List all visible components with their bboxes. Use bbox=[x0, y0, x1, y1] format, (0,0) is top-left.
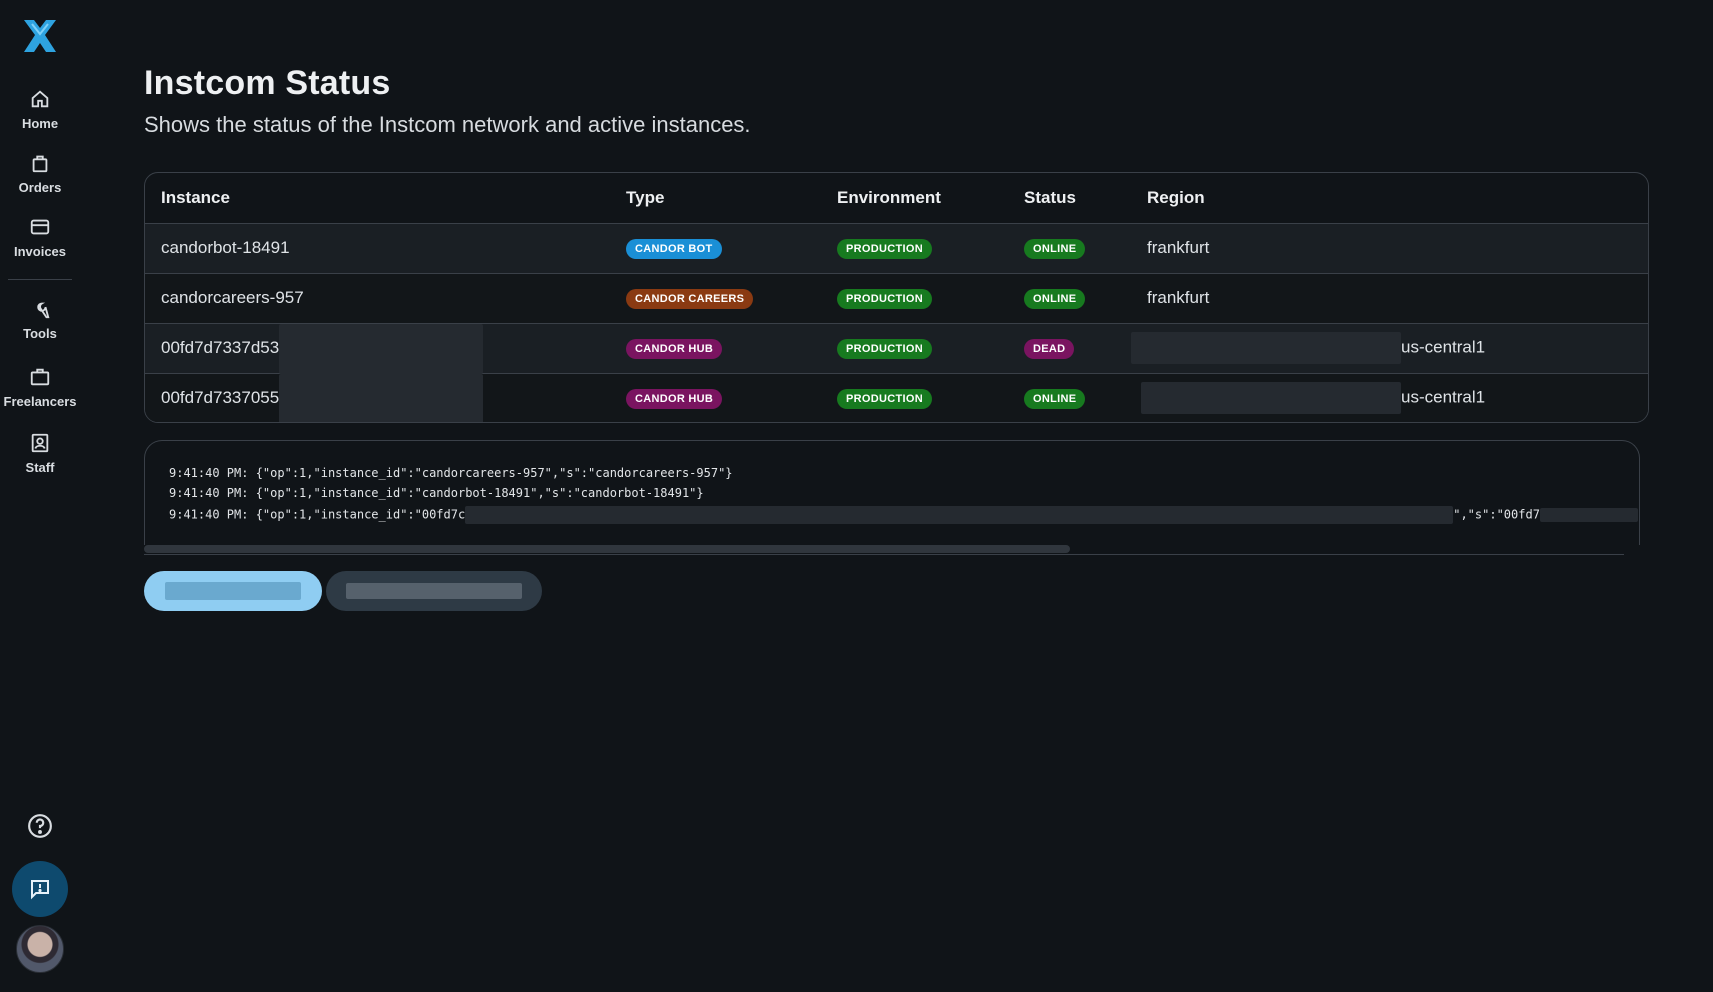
wrench-icon bbox=[37, 302, 50, 319]
sidebar-item-home[interactable]: Home bbox=[0, 88, 80, 144]
sidebar: Home Orders Invoices Tools Freelancers S… bbox=[0, 0, 84, 992]
primary-action-button[interactable] bbox=[144, 571, 322, 611]
feedback-button[interactable] bbox=[12, 861, 68, 917]
region-cell: us-central1 bbox=[1131, 323, 1648, 374]
log-line: 9:41:40 PM: {"op":1,"instance_id":"cando… bbox=[169, 466, 733, 480]
table-row[interactable]: 00fd7d7337055 CANDOR HUB PRODUCTION ONLI… bbox=[145, 373, 1648, 422]
environment-cell: PRODUCTION bbox=[821, 273, 1008, 324]
sidebar-item-tools[interactable]: Tools bbox=[0, 298, 80, 354]
status-badge: ONLINE bbox=[1024, 289, 1086, 309]
environment-cell: PRODUCTION bbox=[821, 323, 1008, 374]
environment-cell: PRODUCTION bbox=[821, 373, 1008, 422]
redacted-block bbox=[1141, 382, 1401, 415]
status-badge: ONLINE bbox=[1024, 389, 1086, 410]
instances-table: Instance Type Environment Status Region … bbox=[144, 172, 1649, 423]
status-badge: ONLINE bbox=[1024, 239, 1086, 259]
region-cell: us-central1 bbox=[1131, 373, 1648, 422]
log-line-end: ","s":"00fd7 bbox=[1453, 507, 1540, 522]
redacted-label bbox=[346, 583, 522, 599]
sidebar-item-label: Orders bbox=[18, 180, 62, 195]
bag-icon bbox=[32, 155, 48, 173]
instance-cell: candorbot-18491 bbox=[145, 223, 610, 274]
column-header-type: Type bbox=[610, 173, 821, 224]
redacted-label bbox=[165, 582, 301, 600]
card-icon bbox=[30, 219, 50, 235]
sidebar-item-label: Home bbox=[21, 116, 59, 131]
redacted-block bbox=[1131, 332, 1401, 364]
page-title: Instcom Status bbox=[144, 64, 391, 102]
log-panel[interactable]: 9:41:40 PM: {"op":1,"instance_id":"cando… bbox=[144, 440, 1640, 545]
redacted-block bbox=[279, 373, 484, 422]
column-header-instance: Instance bbox=[145, 173, 610, 224]
type-cell: CANDOR BOT bbox=[610, 223, 821, 274]
redacted-block bbox=[1539, 508, 1638, 522]
feedback-icon bbox=[31, 880, 49, 900]
log-scrollbar-thumb[interactable] bbox=[144, 545, 1070, 553]
table-header-row: Instance Type Environment Status Region bbox=[145, 173, 1648, 224]
log-scrollbar[interactable] bbox=[144, 543, 1624, 555]
instance-cell: 00fd7d7337055 bbox=[145, 373, 610, 422]
region-cell: frankfurt bbox=[1131, 273, 1648, 324]
sidebar-divider bbox=[8, 279, 72, 280]
environment-badge: PRODUCTION bbox=[837, 339, 932, 359]
column-header-region: Region bbox=[1131, 173, 1648, 224]
sidebar-item-orders[interactable]: Orders bbox=[0, 152, 80, 208]
environment-badge: PRODUCTION bbox=[837, 389, 932, 410]
sidebar-item-label: Invoices bbox=[13, 244, 67, 259]
avatar[interactable] bbox=[16, 925, 64, 973]
status-cell: ONLINE bbox=[1008, 273, 1131, 324]
instance-name: 00fd7d7337d53 bbox=[161, 338, 280, 357]
sidebar-item-label: Tools bbox=[23, 326, 57, 341]
page-subtitle: Shows the status of the Instcom network … bbox=[144, 112, 751, 137]
sidebar-item-staff[interactable]: Staff bbox=[0, 432, 80, 488]
column-header-status: Status bbox=[1008, 173, 1131, 224]
type-cell: CANDOR CAREERS bbox=[610, 273, 821, 324]
candor-logo[interactable] bbox=[20, 16, 60, 56]
type-cell: CANDOR HUB bbox=[610, 323, 821, 374]
type-badge: CANDOR HUB bbox=[626, 389, 723, 410]
status-badge: DEAD bbox=[1024, 339, 1075, 359]
sidebar-item-label: Freelancers bbox=[3, 394, 77, 409]
environment-badge: PRODUCTION bbox=[837, 239, 932, 259]
instance-cell: 00fd7d7337d53 bbox=[145, 323, 610, 374]
sidebar-item-invoices[interactable]: Invoices bbox=[0, 216, 80, 272]
environment-badge: PRODUCTION bbox=[837, 289, 932, 309]
log-line-start: 9:41:40 PM: {"op":1,"instance_id":"00fd7… bbox=[169, 507, 466, 522]
sidebar-item-freelancers[interactable]: Freelancers bbox=[0, 366, 80, 422]
badge-icon bbox=[31, 433, 49, 453]
instance-name: 00fd7d7337055 bbox=[161, 388, 280, 408]
type-badge: CANDOR BOT bbox=[626, 239, 722, 259]
table-row[interactable]: 00fd7d7337d53 CANDOR HUB PRODUCTION DEAD… bbox=[145, 323, 1648, 374]
column-header-environment: Environment bbox=[821, 173, 1008, 224]
sidebar-item-label: Staff bbox=[25, 460, 55, 475]
redacted-block bbox=[279, 323, 484, 374]
instance-cell: candorcareers-957 bbox=[145, 273, 610, 324]
secondary-action-button[interactable] bbox=[326, 571, 542, 611]
table-row[interactable]: candorcareers-957 CANDOR CAREERS PRODUCT… bbox=[145, 273, 1648, 324]
type-badge: CANDOR HUB bbox=[626, 339, 723, 359]
region-name: us-central1 bbox=[1401, 387, 1486, 407]
table-row[interactable]: candorbot-18491 CANDOR BOT PRODUCTION ON… bbox=[145, 223, 1648, 274]
briefcase-icon bbox=[30, 368, 50, 386]
type-cell: CANDOR HUB bbox=[610, 373, 821, 422]
type-badge: CANDOR CAREERS bbox=[626, 289, 754, 309]
help-icon[interactable] bbox=[27, 813, 53, 839]
region-name: us-central1 bbox=[1401, 337, 1486, 357]
status-cell: ONLINE bbox=[1008, 373, 1131, 422]
log-line: 9:41:40 PM: {"op":1,"instance_id":"cando… bbox=[169, 486, 704, 500]
log-line: 9:41:40 PM: {"op":1,"instance_id":"00fd7… bbox=[169, 506, 1638, 524]
status-cell: ONLINE bbox=[1008, 223, 1131, 274]
redacted-block bbox=[465, 506, 1454, 524]
home-icon bbox=[31, 90, 49, 108]
status-cell: DEAD bbox=[1008, 323, 1131, 374]
environment-cell: PRODUCTION bbox=[821, 223, 1008, 274]
region-cell: frankfurt bbox=[1131, 223, 1648, 274]
